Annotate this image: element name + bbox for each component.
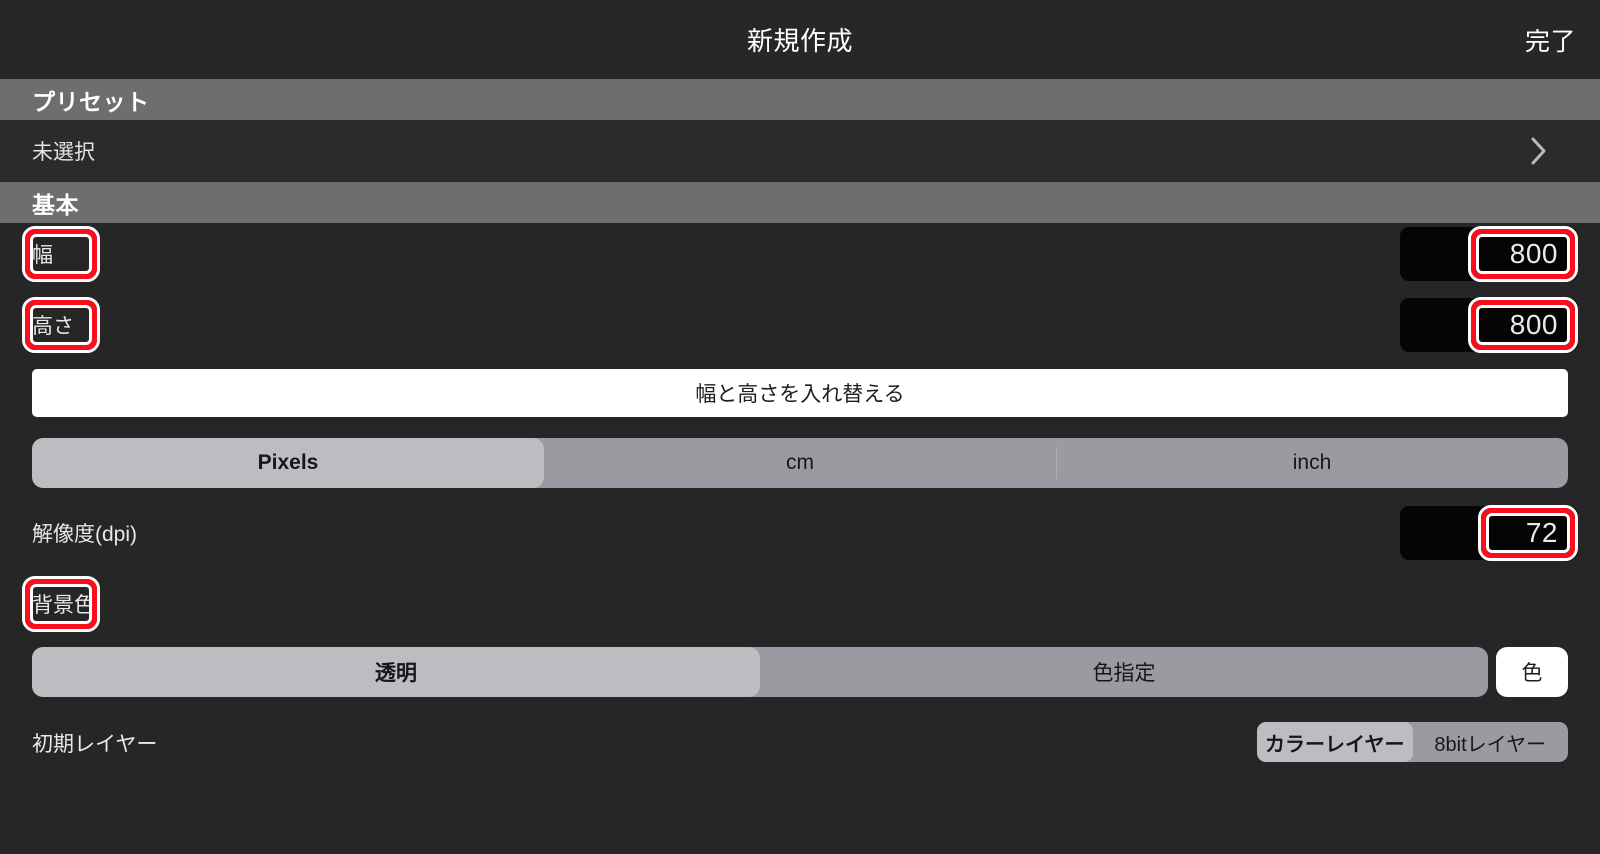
units-option-inch-label: inch bbox=[1292, 451, 1332, 474]
background-color-row: 背景色 bbox=[0, 569, 1600, 639]
initial-layer-label: 初期レイヤー bbox=[32, 733, 158, 756]
swap-width-height-button[interactable]: 幅と高さを入れ替える bbox=[32, 369, 1568, 417]
swap-width-height-label: 幅と高さを入れ替える bbox=[695, 383, 905, 406]
color-picker-button-label: 色 bbox=[1521, 662, 1543, 685]
background-option-transparent[interactable]: 透明 bbox=[32, 647, 760, 697]
preset-value: 未選択 bbox=[32, 141, 95, 164]
height-label: 高さ bbox=[32, 315, 74, 338]
units-option-pixels[interactable]: Pixels bbox=[32, 438, 544, 488]
section-header-basic-label: 基本 bbox=[32, 191, 79, 218]
section-header-preset-label: プリセット bbox=[32, 88, 150, 115]
chevron-right-icon[interactable] bbox=[1530, 136, 1548, 166]
units-option-cm[interactable]: cm bbox=[544, 438, 1056, 488]
initial-layer-option-color-label: カラーレイヤー bbox=[1265, 733, 1405, 756]
section-header-preset: プリセット bbox=[0, 79, 1600, 120]
background-color-label: 背景色 bbox=[32, 594, 95, 617]
units-segmented-control[interactable]: Pixels cm inch bbox=[32, 438, 1568, 488]
width-input[interactable]: 800 bbox=[1400, 227, 1578, 281]
background-option-specify-color[interactable]: 色指定 bbox=[760, 647, 1488, 697]
page-title: 新規作成 bbox=[746, 26, 853, 56]
height-input[interactable]: 800 bbox=[1400, 298, 1578, 352]
width-label: 幅 bbox=[32, 244, 53, 267]
background-option-transparent-label: 透明 bbox=[375, 662, 417, 685]
color-picker-button[interactable]: 色 bbox=[1496, 647, 1568, 697]
initial-layer-option-8bit-label: 8bitレイヤー bbox=[1434, 733, 1547, 756]
initial-layer-option-8bit[interactable]: 8bitレイヤー bbox=[1413, 722, 1569, 762]
dpi-value: 72 bbox=[1525, 517, 1558, 548]
width-value: 800 bbox=[1509, 238, 1558, 269]
title-bar: 新規作成 完了 bbox=[0, 0, 1600, 79]
done-button[interactable]: 完了 bbox=[1525, 22, 1576, 58]
height-value: 800 bbox=[1509, 309, 1558, 340]
width-row: 幅 800 bbox=[0, 219, 1600, 289]
section-header-basic: 基本 bbox=[0, 182, 1600, 223]
dpi-label: 解像度(dpi) bbox=[32, 523, 138, 546]
background-segmented-control[interactable]: 透明 色指定 bbox=[32, 647, 1488, 697]
units-option-inch[interactable]: inch bbox=[1056, 438, 1568, 488]
preset-row[interactable]: 未選択 bbox=[0, 120, 1600, 182]
initial-layer-option-color[interactable]: カラーレイヤー bbox=[1257, 722, 1413, 762]
height-row: 高さ 800 bbox=[0, 290, 1600, 360]
dpi-input[interactable]: 72 bbox=[1400, 506, 1578, 560]
units-option-cm-label: cm bbox=[786, 451, 814, 474]
background-option-specify-color-label: 色指定 bbox=[1092, 662, 1156, 685]
initial-layer-segmented-control[interactable]: カラーレイヤー 8bitレイヤー bbox=[1257, 722, 1568, 762]
units-option-pixels-label: Pixels bbox=[257, 451, 319, 474]
dpi-row: 解像度(dpi) 72 bbox=[0, 498, 1600, 568]
